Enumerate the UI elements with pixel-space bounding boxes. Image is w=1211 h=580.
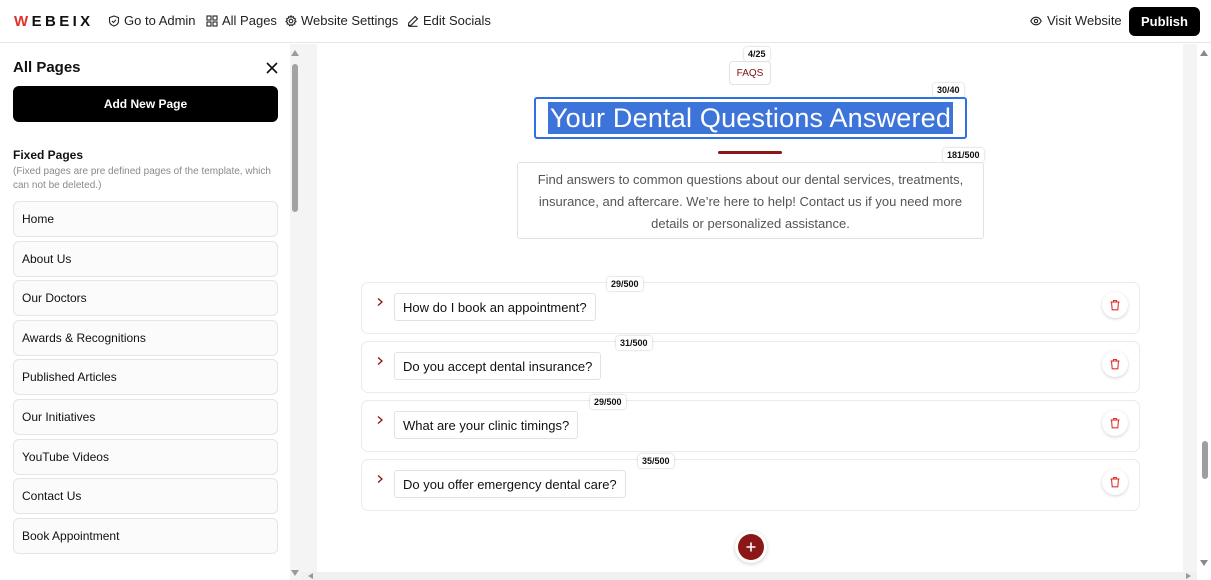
horizontal-scrollbar[interactable]	[301, 572, 1197, 580]
chevron-right-icon[interactable]	[375, 297, 385, 307]
fixed-pages-heading: Fixed Pages	[13, 148, 84, 162]
visit-website-link[interactable]: Visit Website	[1030, 13, 1122, 28]
grid-icon	[206, 14, 218, 27]
delete-faq-button[interactable]	[1102, 410, 1128, 436]
delete-faq-button[interactable]	[1102, 469, 1128, 495]
top-bar: WEBEIX Go to Admin All Pages Website Set…	[0, 0, 1211, 43]
go-to-admin-link[interactable]: Go to Admin	[108, 13, 196, 28]
faq-char-counter: 31/500	[616, 336, 652, 350]
scroll-up-arrow[interactable]	[1200, 50, 1208, 56]
chevron-right-icon[interactable]	[375, 474, 385, 484]
eye-icon	[1030, 16, 1042, 25]
page-item-home[interactable]: Home	[13, 201, 278, 237]
scroll-thumb[interactable]	[1202, 441, 1208, 479]
plus-icon	[738, 534, 764, 560]
pencil-icon	[407, 15, 419, 27]
fixed-pages-note: (Fixed pages are pre defined pages of th…	[13, 166, 271, 191]
logo[interactable]: WEBEIX	[14, 13, 94, 30]
shield-check-icon	[108, 14, 120, 27]
page-list: Home About Us Our Doctors Awards & Recog…	[13, 201, 278, 557]
delete-faq-button[interactable]	[1102, 292, 1128, 318]
faq-char-counter: 29/500	[607, 277, 643, 291]
page-item-about-us[interactable]: About Us	[13, 240, 278, 277]
scroll-thumb[interactable]	[292, 64, 298, 212]
scroll-left-arrow[interactable]	[308, 573, 313, 579]
trash-icon	[1110, 476, 1120, 488]
scroll-down-arrow[interactable]	[291, 570, 299, 576]
tag-char-counter: 4/25	[744, 47, 770, 61]
trash-icon	[1110, 358, 1120, 370]
headline-field[interactable]: Your Dental Questions Answered	[534, 97, 967, 139]
website-settings-link[interactable]: Website Settings	[285, 13, 398, 28]
gear-icon	[285, 14, 297, 26]
faq-question-field[interactable]: How do I book an appointment?	[394, 293, 596, 321]
page-item-published-articles[interactable]: Published Articles	[13, 359, 278, 396]
vertical-scrollbar[interactable]	[1197, 44, 1211, 580]
add-faq-button[interactable]	[735, 531, 767, 563]
description-char-counter: 181/500	[943, 148, 984, 162]
accent-divider	[718, 151, 782, 154]
faq-item[interactable]: Do you accept dental insurance?	[361, 341, 1140, 393]
scroll-right-arrow[interactable]	[1186, 573, 1191, 579]
close-icon[interactable]	[265, 61, 279, 75]
faq-char-counter: 35/500	[638, 454, 674, 468]
faq-item[interactable]: How do I book an appointment?	[361, 282, 1140, 334]
scroll-up-arrow[interactable]	[291, 50, 299, 56]
page-item-our-initiatives[interactable]: Our Initiatives	[13, 398, 278, 435]
panel-title: All Pages	[13, 59, 81, 76]
trash-icon	[1110, 299, 1120, 311]
all-pages-link[interactable]: All Pages	[206, 13, 277, 28]
faq-item[interactable]: What are your clinic timings?	[361, 400, 1140, 452]
headline-text: Your Dental Questions Answered	[547, 102, 954, 134]
add-new-page-button[interactable]: Add New Page	[13, 86, 278, 122]
all-pages-panel: All Pages Add New Page Fixed Pages (Fixe…	[0, 44, 290, 580]
trash-icon	[1110, 417, 1120, 429]
description-field[interactable]: Find answers to common questions about o…	[517, 162, 984, 239]
faq-question-field[interactable]: Do you accept dental insurance?	[394, 352, 602, 380]
page-item-our-doctors[interactable]: Our Doctors	[13, 280, 278, 317]
faq-char-counter: 29/500	[590, 395, 626, 409]
faq-question-field[interactable]: What are your clinic timings?	[394, 411, 579, 439]
scroll-down-arrow[interactable]	[1200, 560, 1208, 566]
faq-question-field[interactable]: Do you offer emergency dental care?	[394, 470, 626, 498]
editor-canvas: 4/25 FAQS 30/40 Your Dental Questions An…	[317, 44, 1183, 572]
headline-char-counter: 30/40	[933, 83, 964, 97]
section-tag[interactable]: FAQS	[729, 61, 771, 85]
edit-socials-link[interactable]: Edit Socials	[407, 13, 491, 28]
page-item-youtube-videos[interactable]: YouTube Videos	[13, 438, 278, 475]
publish-button[interactable]: Publish	[1129, 7, 1200, 36]
chevron-right-icon[interactable]	[375, 415, 385, 425]
page-item-contact-us[interactable]: Contact Us	[13, 478, 278, 515]
sidebar-scrollbar[interactable]	[290, 44, 301, 580]
chevron-right-icon[interactable]	[375, 356, 385, 366]
page-item-awards[interactable]: Awards & Recognitions	[13, 319, 278, 356]
delete-faq-button[interactable]	[1102, 351, 1128, 377]
page-item-book-appointment[interactable]: Book Appointment	[13, 517, 278, 554]
faq-item[interactable]: Do you offer emergency dental care?	[361, 459, 1140, 511]
